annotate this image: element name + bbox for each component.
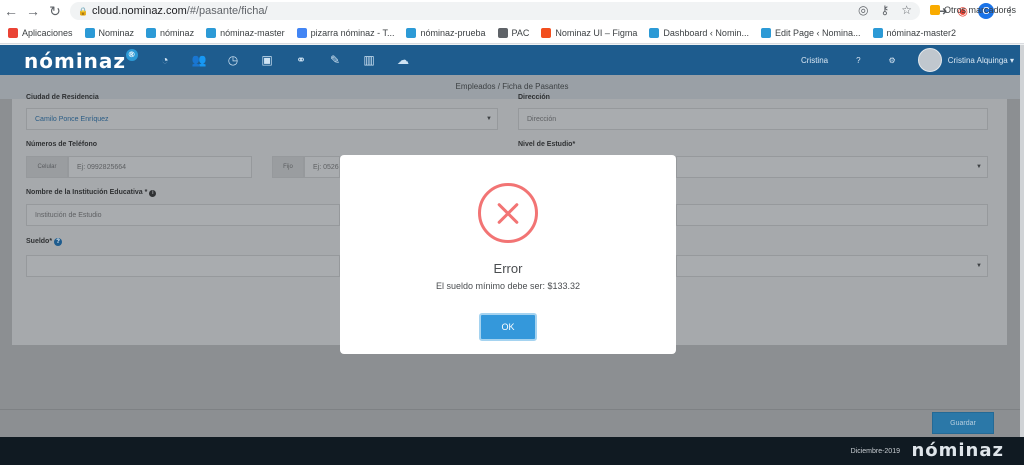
fixed-addon: Fijo [272, 156, 304, 178]
mobile-input[interactable]: Ej: 0992825664 [68, 156, 252, 178]
clock-icon[interactable]: ◷ [226, 53, 240, 67]
chevron-down-icon: ▼ [976, 164, 982, 170]
forward-icon[interactable]: → [22, 0, 44, 22]
briefcase-icon[interactable]: ▣ [260, 53, 274, 67]
study-select[interactable] [676, 156, 988, 178]
salary-input[interactable] [26, 255, 340, 277]
apps-grid-icon [8, 27, 18, 38]
star-icon[interactable]: ☆ [901, 3, 912, 17]
url-text: cloud.nominaz.com/#/pasante/ficha/ [92, 5, 268, 17]
logo-badge-icon: ® [126, 49, 139, 61]
bookmark-favicon-icon [872, 27, 883, 38]
key-icon[interactable]: ⚷ [880, 3, 889, 17]
address-label: Dirección [518, 94, 550, 101]
help-icon[interactable]: ? [842, 56, 874, 65]
bookmark-favicon-icon [649, 27, 660, 38]
scrollbar[interactable] [1020, 45, 1024, 437]
city-select[interactable]: Camilo Ponce Enríquez [26, 108, 498, 130]
bookmark-favicon-icon [406, 27, 417, 38]
bookmark-favicon-icon [497, 27, 508, 38]
mobile-addon: Celular [26, 156, 68, 178]
bookmark-favicon-icon [84, 27, 95, 38]
dialog-title: Error [493, 261, 523, 276]
bookmark-item[interactable]: pizarra nóminaz - T... [296, 27, 394, 38]
bookmarks-bar: Aplicaciones Nominaz nóminaz nóminaz-master… [0, 22, 1024, 44]
dashboard-icon[interactable]: ◔ [158, 53, 172, 67]
browser-toolbar: ← → ↻ 🔒 cloud.nominaz.com/#/pasante/fich… [0, 0, 1024, 22]
user-avatar[interactable] [917, 48, 942, 72]
nominaz-logo[interactable]: nóminaz ® [24, 49, 139, 73]
cloud-upload-icon[interactable]: ☁ [396, 53, 410, 67]
period-label: Diciembre-2019 [850, 448, 900, 455]
dialog-message: El sueldo mínimo debe ser: $133.32 [435, 281, 581, 291]
info-icon[interactable]: i [149, 190, 157, 197]
fixed-input[interactable]: Ej: 0526 [304, 156, 340, 178]
institution-label: Nombre de la Institución Educativa * i [26, 189, 157, 197]
bookmark-item[interactable]: Nominaz UI – Figma [541, 27, 637, 38]
bookmark-favicon-icon [206, 27, 217, 38]
folder-icon [929, 5, 940, 15]
reload-icon[interactable]: ↻ [44, 0, 66, 22]
footer-logo: nóminaz [911, 440, 1004, 461]
bookmark-item[interactable]: nóminaz-master2 [872, 27, 956, 38]
question-icon[interactable]: ? [54, 238, 63, 246]
institution-input[interactable]: Institución de Estudio [26, 204, 340, 226]
back-icon[interactable]: ← [0, 0, 22, 22]
error-dialog: Error El sueldo mínimo debe ser: $133.32… [340, 155, 676, 354]
bookmark-item[interactable]: Edit Page ‹ Nomina... [760, 27, 861, 38]
user-short-name[interactable]: Cristina [787, 56, 842, 65]
lock-icon: 🔒 [78, 6, 88, 16]
bookmark-item[interactable]: Dashboard ‹ Nomin... [649, 27, 749, 38]
phones-label: Números de Teléfono [26, 141, 98, 148]
right-select[interactable] [676, 255, 988, 277]
bookmark-item[interactable]: PAC [497, 27, 529, 38]
bookmark-favicon-icon [541, 27, 552, 38]
city-label: Ciudad de Residencia [26, 94, 99, 101]
settings-icon[interactable]: ⚙ [875, 56, 910, 65]
bookmark-favicon-icon [296, 27, 307, 38]
bookmark-item[interactable]: Aplicaciones [8, 27, 73, 38]
address-bar[interactable]: 🔒 cloud.nominaz.com/#/pasante/ficha/ ◎ ⚷… [70, 2, 920, 20]
chevron-down-icon: ▼ [486, 116, 492, 122]
bookmark-item[interactable]: nóminaz-prueba [406, 27, 486, 38]
chevron-down-icon: ▼ [976, 263, 982, 269]
handshake-icon[interactable]: ⚭ [294, 53, 308, 67]
user-menu[interactable]: Cristina Alquinga ▾ [948, 56, 1014, 65]
edit-icon[interactable]: ✎ [328, 53, 342, 67]
ok-button[interactable]: OK [479, 313, 537, 341]
save-button[interactable]: Guardar [932, 412, 994, 434]
bookmark-item[interactable]: Nominaz [84, 27, 134, 38]
users-icon[interactable]: 👥 [192, 53, 207, 67]
right-field[interactable] [676, 204, 988, 226]
location-icon[interactable]: ◎ [858, 3, 868, 17]
bookmark-item[interactable]: nóminaz [146, 27, 194, 38]
other-bookmarks[interactable]: Otros marcadores [929, 5, 1016, 15]
bookmark-item[interactable]: nóminaz-master [206, 27, 285, 38]
salary-label: Sueldo*? [26, 238, 63, 246]
form-footer [0, 409, 1024, 437]
chart-icon[interactable]: ▥ [362, 53, 376, 67]
bookmark-favicon-icon [146, 27, 157, 38]
app-header: nóminaz ® ◔ 👥 ◷ ▣ ⚭ ✎ ▥ ☁ Cristina ? ⚙ Cr… [0, 45, 1024, 75]
error-x-icon [478, 183, 538, 243]
breadcrumb: Empleados / Ficha de Pasantes [0, 75, 1024, 99]
address-input[interactable]: Dirección [518, 108, 988, 130]
bookmark-favicon-icon [760, 27, 771, 38]
study-label: Nivel de Estudio* [518, 141, 576, 148]
